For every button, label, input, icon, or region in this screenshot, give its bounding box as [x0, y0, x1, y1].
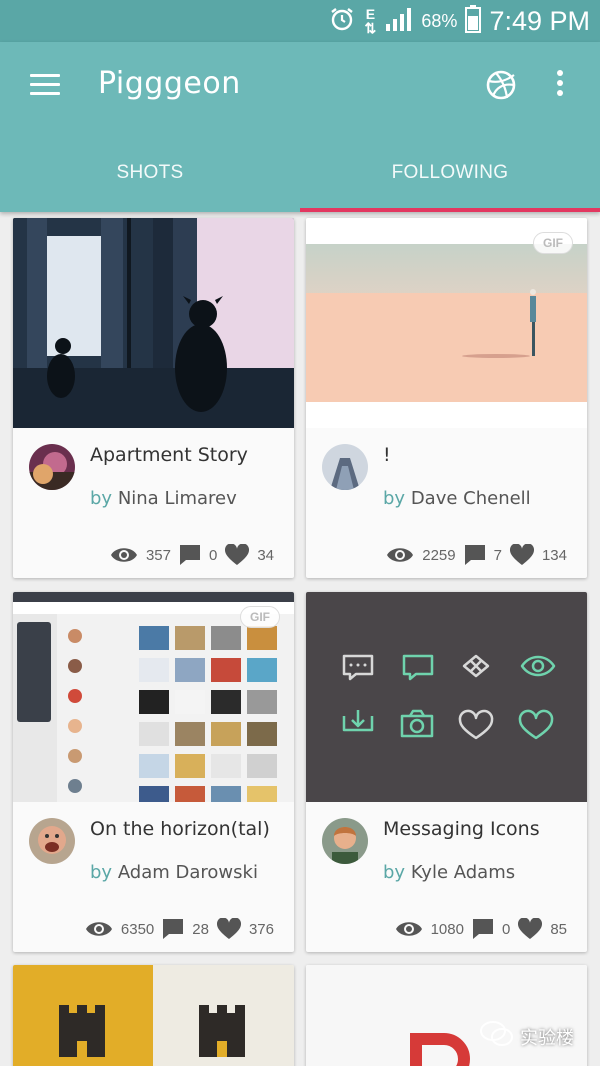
by-label: by — [90, 862, 113, 883]
tab-bar: SHOTS FOLLOWING — [0, 148, 600, 212]
shots-grid: Apartment Story by Nina Limarev 357 0 34 — [0, 212, 600, 1066]
author-name[interactable]: Dave Chenell — [411, 488, 531, 509]
comments-icon — [464, 544, 486, 566]
shot-byline: by Kyle Adams — [383, 862, 515, 883]
author-avatar[interactable] — [29, 444, 75, 490]
likes-icon — [216, 918, 241, 940]
shot-stats: 1080 0 85 — [395, 918, 571, 940]
battery-percentage: 68% — [421, 10, 458, 31]
shot-byline: by Dave Chenell — [383, 488, 531, 509]
views-count: 2259 — [422, 546, 456, 564]
views-icon — [386, 546, 414, 564]
likes-icon — [509, 544, 534, 566]
views-icon — [395, 920, 423, 938]
comments-icon — [472, 918, 494, 940]
comments-count: 7 — [493, 546, 502, 564]
author-name[interactable]: Kyle Adams — [411, 862, 515, 883]
comments-count: 28 — [192, 920, 209, 938]
network-type-label: E — [365, 6, 376, 22]
views-count: 6350 — [120, 920, 155, 938]
shot-card[interactable]: GIF On the horizon(tal) by Adam Darowski… — [13, 592, 294, 952]
author-avatar[interactable] — [29, 818, 75, 864]
comments-count: 0 — [208, 546, 218, 564]
author-avatar[interactable] — [322, 444, 368, 490]
shot-title: Messaging Icons — [383, 818, 540, 840]
shot-stats: 6350 28 376 — [85, 918, 278, 940]
shot-thumbnail[interactable] — [306, 592, 587, 802]
signal-icon — [385, 7, 413, 36]
author-avatar[interactable] — [322, 818, 368, 864]
shot-card[interactable]: Apartment Story by Nina Limarev 357 0 34 — [13, 218, 294, 578]
comments-icon — [162, 918, 184, 940]
comments-icon — [179, 544, 201, 566]
likes-icon — [225, 544, 250, 566]
network-type-icon: E ⇅ — [364, 6, 377, 36]
tab-following[interactable]: FOLLOWING — [300, 148, 600, 212]
shot-title: On the horizon(tal) — [90, 818, 270, 840]
hamburger-menu-icon[interactable] — [26, 70, 64, 104]
shot-thumbnail[interactable] — [13, 218, 294, 428]
shot-stats: 357 0 34 — [110, 544, 278, 566]
watermark-text: 实验楼 — [520, 1027, 574, 1049]
battery-icon — [465, 4, 482, 38]
gif-badge: GIF — [240, 606, 280, 628]
shot-thumbnail[interactable] — [13, 965, 294, 1066]
comments-count: 0 — [501, 920, 511, 938]
more-vert-icon[interactable] — [548, 68, 572, 104]
gif-badge: GIF — [533, 232, 573, 254]
author-name[interactable]: Nina Limarev — [118, 488, 237, 509]
app-title: Pigggeon — [98, 66, 241, 101]
by-label: by — [90, 488, 113, 509]
likes-count: 376 — [248, 920, 274, 938]
views-icon — [110, 546, 138, 564]
app-bar: Pigggeon SHOTS FOLLOWING — [0, 42, 600, 212]
views-count: 1080 — [430, 920, 464, 938]
wechat-icon — [480, 1020, 514, 1053]
shot-thumbnail[interactable]: GIF — [306, 218, 587, 428]
likes-count: 134 — [541, 546, 567, 564]
status-bar: E ⇅ 68% 7:49 PM — [0, 0, 600, 42]
watermark: 实验楼 — [480, 1020, 574, 1053]
likes-icon — [518, 918, 543, 940]
alarm-icon — [329, 6, 355, 37]
shot-byline: by Adam Darowski — [90, 862, 258, 883]
views-count: 357 — [145, 546, 171, 564]
by-label: by — [383, 862, 406, 883]
shot-byline: by Nina Limarev — [90, 488, 237, 509]
tab-shots[interactable]: SHOTS — [0, 148, 300, 212]
shot-card[interactable]: Messaging Icons by Kyle Adams 1080 0 85 — [306, 592, 587, 952]
shot-stats: 2259 7 134 — [386, 544, 571, 566]
views-icon — [85, 920, 113, 938]
likes-count: 85 — [550, 920, 567, 938]
author-name[interactable]: Adam Darowski — [118, 862, 258, 883]
clock: 7:49 PM — [489, 5, 590, 36]
by-label: by — [383, 488, 406, 509]
shot-card[interactable]: GIF ! by Dave Chenell 2259 7 134 — [306, 218, 587, 578]
dribbble-icon[interactable] — [484, 68, 518, 102]
shot-card[interactable] — [13, 965, 294, 1066]
shot-title: Apartment Story — [90, 444, 248, 466]
shot-thumbnail[interactable]: GIF — [13, 592, 294, 802]
shot-title: ! — [383, 444, 391, 466]
likes-count: 34 — [257, 546, 274, 564]
